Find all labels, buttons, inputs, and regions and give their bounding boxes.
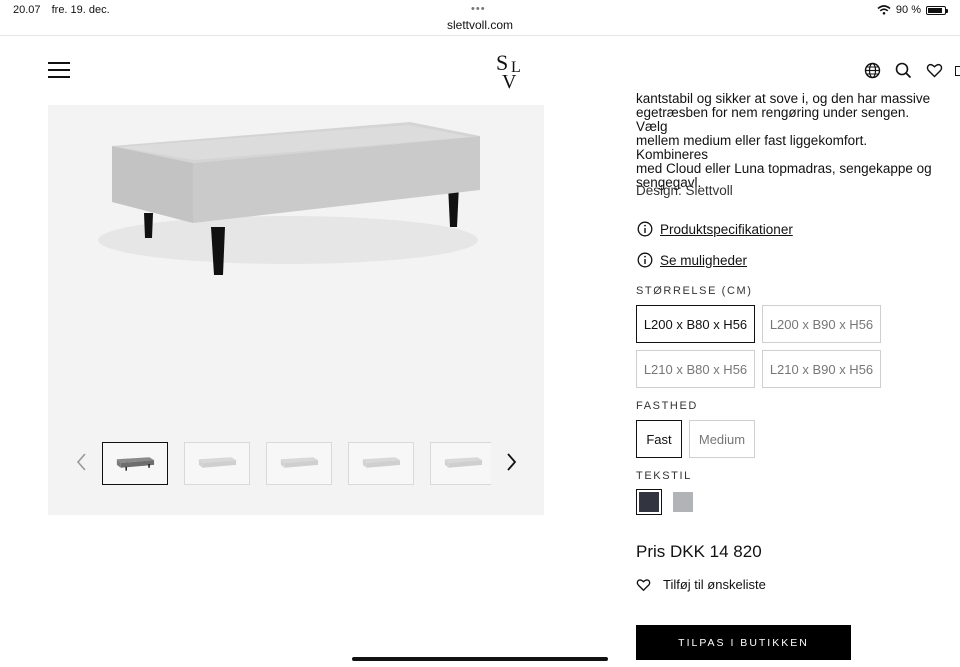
options-link[interactable]: Se muligheder <box>637 252 747 268</box>
slettvoll-logo[interactable]: S L V <box>493 50 527 90</box>
more-dots-icon[interactable]: ••• <box>471 3 486 15</box>
price: Pris DKK 14 820 <box>636 542 762 561</box>
wifi-icon <box>877 5 891 15</box>
textile-label: TEKSTIL <box>636 470 692 482</box>
firmness-option[interactable]: Fast <box>636 420 682 458</box>
description-line: kantstabil og sikker at sove i, og den h… <box>636 91 931 106</box>
size-label: STØRRELSE (CM) <box>636 285 753 297</box>
status-bar: 20.07 fre. 19. dec. ••• slettvoll.com 90… <box>0 0 960 36</box>
status-time: 20.07 <box>13 4 41 16</box>
product-gallery <box>48 105 544 515</box>
url-bar[interactable]: slettvoll.com <box>0 18 960 32</box>
textile-swatch[interactable] <box>670 489 696 515</box>
add-to-wishlist-button[interactable]: Tilføj til ønskeliste <box>636 577 766 592</box>
size-option[interactable]: L200 x B90 x H56 <box>762 305 881 343</box>
size-option[interactable]: L210 x B90 x H56 <box>762 350 881 388</box>
battery-icon <box>926 5 948 15</box>
textile-swatch[interactable] <box>636 489 662 515</box>
size-option[interactable]: L210 x B80 x H56 <box>636 350 755 388</box>
product-image[interactable] <box>48 105 544 405</box>
status-time-date: 20.07 fre. 19. dec. <box>13 4 118 16</box>
home-indicator[interactable] <box>352 657 608 661</box>
previous-image-icon[interactable] <box>75 453 89 471</box>
heart-icon <box>636 578 651 591</box>
design-credit: Design: Slettvoll <box>636 183 733 198</box>
wishlist-label[interactable]: Tilføj til ønskeliste <box>663 577 766 592</box>
info-icon <box>637 221 653 237</box>
description-line: egetræsben for nem rengøring under senge… <box>636 105 910 134</box>
cart-icon[interactable] <box>955 66 960 76</box>
customize-in-store-button[interactable]: TILPAS I BUTIKKEN <box>636 625 851 660</box>
size-option[interactable]: L200 x B80 x H56 <box>636 305 755 343</box>
description-line: med Cloud eller Luna topmadras, sengekap… <box>636 161 932 176</box>
product-description: kantstabil og sikker at sove i, og den h… <box>636 92 936 190</box>
battery-percent: 90 % <box>895 4 921 16</box>
globe-icon[interactable] <box>864 62 881 79</box>
firmness-label: FASTHED <box>636 400 698 412</box>
description-line: mellem medium eller fast liggekomfort. K… <box>636 133 868 162</box>
spec-link-label[interactable]: Produktspecifikationer <box>660 222 793 237</box>
spec-link[interactable]: Produktspecifikationer <box>637 221 793 237</box>
thumbnail[interactable] <box>184 442 250 485</box>
thumbnail[interactable] <box>102 442 168 485</box>
next-image-icon[interactable] <box>504 453 518 471</box>
status-indicators: 90 % <box>877 4 948 16</box>
status-date: fre. 19. dec. <box>51 4 110 16</box>
hamburger-icon[interactable] <box>48 62 70 78</box>
firmness-option[interactable]: Medium <box>689 420 755 458</box>
info-icon <box>637 252 653 268</box>
svg-text:V: V <box>502 71 517 90</box>
thumbnail[interactable] <box>430 442 491 485</box>
search-icon[interactable] <box>895 62 912 79</box>
thumbnail[interactable] <box>266 442 332 485</box>
thumbnail[interactable] <box>348 442 414 485</box>
thumbnail-strip <box>102 442 491 485</box>
heart-icon[interactable] <box>926 62 943 79</box>
options-link-label[interactable]: Se muligheder <box>660 253 747 268</box>
